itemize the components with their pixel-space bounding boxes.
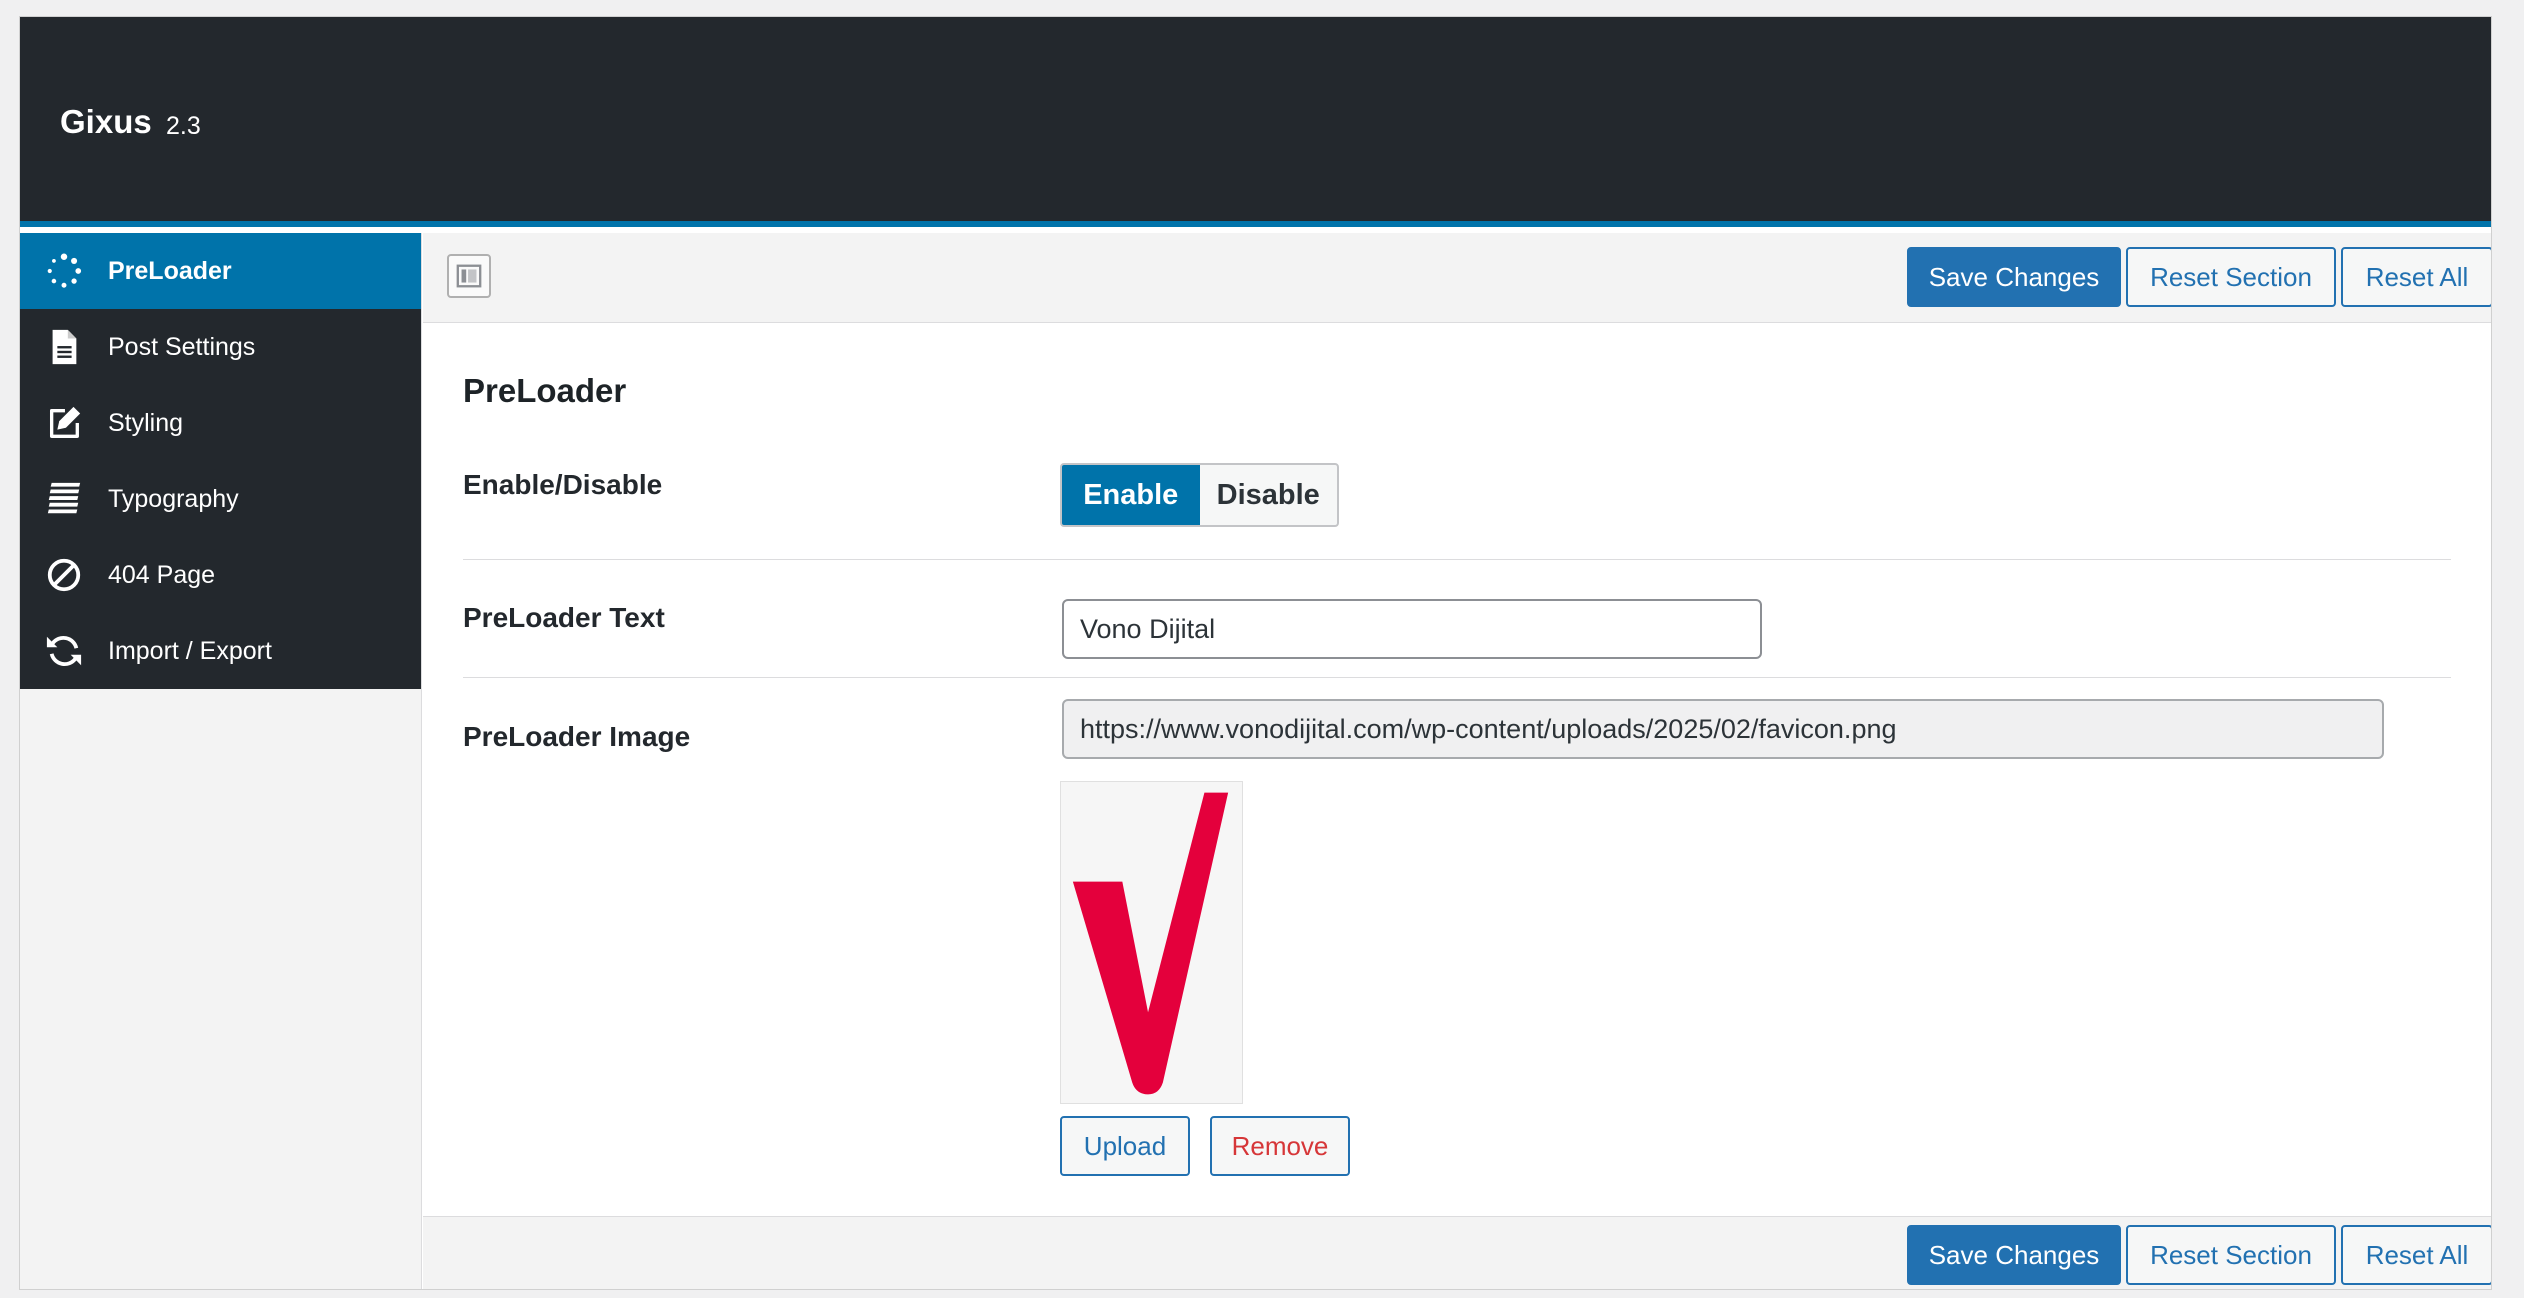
reset-section-button[interactable]: Reset Section: [2126, 247, 2336, 307]
sidebar-item-typography[interactable]: Typography: [20, 461, 421, 537]
sidebar-item-label: Typography: [108, 484, 239, 513]
remove-button[interactable]: Remove: [1210, 1116, 1350, 1176]
reset-all-button[interactable]: Reset All: [2341, 1225, 2491, 1285]
sidebar: PreLoader Post Settings Styling Typograp…: [20, 233, 422, 1289]
refresh-icon: [44, 631, 84, 671]
sidebar-item-404-page[interactable]: 404 Page: [20, 537, 421, 613]
options-panel: Gixus 2.3 PreLoader Post Settings Stylin…: [19, 16, 2492, 1290]
sidebar-item-label: Post Settings: [108, 332, 256, 361]
sidebar-item-import-export[interactable]: Import / Export: [20, 613, 421, 689]
enable-option[interactable]: Enable: [1062, 465, 1200, 525]
disable-option[interactable]: Disable: [1200, 465, 1338, 525]
bottom-toolbar: Save Changes Reset Section Reset All: [423, 1216, 2491, 1289]
upload-button[interactable]: Upload: [1060, 1116, 1190, 1176]
sidebar-item-label: Import / Export: [108, 636, 272, 665]
reset-all-button[interactable]: Reset All: [2341, 247, 2491, 307]
save-changes-button[interactable]: Save Changes: [1907, 1225, 2121, 1285]
spinner-icon: [44, 251, 84, 291]
text-lines-icon: [44, 479, 84, 519]
section-title: PreLoader: [463, 372, 627, 409]
document-icon: [44, 327, 84, 367]
checkmark-logo-icon: [1072, 792, 1229, 1095]
sidebar-item-styling[interactable]: Styling: [20, 385, 421, 461]
preloader-text-input[interactable]: Vono Dijital: [1062, 599, 1762, 659]
panel-header: Gixus 2.3: [20, 17, 2491, 227]
layout-toggle-icon[interactable]: [447, 254, 491, 298]
preloader-image-url-input[interactable]: https://www.vonodijital.com/wp-content/u…: [1062, 699, 2384, 759]
sidebar-item-preloader[interactable]: PreLoader: [20, 233, 421, 309]
sidebar-item-label: 404 Page: [108, 560, 216, 589]
preloader-text-label: PreLoader Text: [463, 602, 665, 633]
sidebar-item-label: Styling: [108, 408, 184, 437]
save-changes-button[interactable]: Save Changes: [1907, 247, 2121, 307]
enable-disable-toggle: Enable Disable: [1060, 463, 1339, 527]
top-toolbar: Save Changes Reset Section Reset All: [423, 233, 2491, 323]
app-version: 2.3: [166, 112, 201, 140]
preloader-image-preview: [1060, 781, 1243, 1104]
sidebar-nav: PreLoader Post Settings Styling Typograp…: [20, 233, 421, 689]
sidebar-item-label: PreLoader: [108, 256, 232, 285]
preloader-image-label: PreLoader Image: [463, 721, 691, 752]
app-title: Gixus: [60, 103, 152, 140]
section-content: PreLoader Enable/Disable Enable Disable …: [423, 324, 2491, 1216]
enable-disable-label: Enable/Disable: [463, 469, 663, 500]
field-divider: [463, 677, 2451, 678]
reset-section-button[interactable]: Reset Section: [2126, 1225, 2336, 1285]
sidebar-item-post-settings[interactable]: Post Settings: [20, 309, 421, 385]
field-divider: [463, 559, 2451, 560]
edit-icon: [44, 403, 84, 443]
ban-icon: [44, 555, 84, 595]
